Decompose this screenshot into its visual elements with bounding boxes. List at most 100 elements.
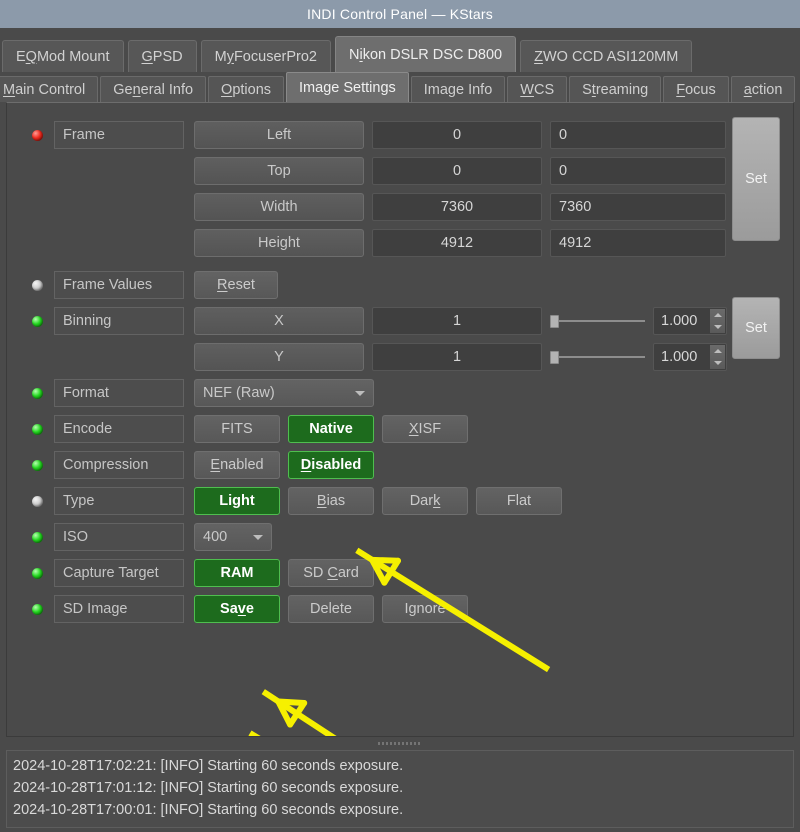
window-titlebar: INDI Control Panel — KStars bbox=[0, 0, 800, 28]
property-row-binning: Binning X 1 1.000 Set bbox=[7, 297, 793, 359]
binning-x-name[interactable]: X bbox=[194, 307, 364, 335]
sd-image-option-save[interactable]: Save bbox=[194, 595, 280, 623]
property-row-format: Format NEF (Raw) bbox=[7, 375, 793, 411]
binning-y-value: 1 bbox=[372, 343, 542, 371]
property-row-iso: ISO 400 bbox=[7, 519, 793, 555]
device-tab-label: ZWO CCD ASI120MM bbox=[534, 48, 679, 65]
property-row-frame-values: Frame Values Reset bbox=[7, 267, 793, 303]
sd-image-option-delete[interactable]: Delete bbox=[288, 595, 374, 623]
binning-status-led bbox=[32, 315, 43, 327]
type-option-dark[interactable]: Dark bbox=[382, 487, 468, 515]
slider-handle[interactable] bbox=[550, 350, 559, 364]
property-row-frame-width: Width 7360 7360 bbox=[7, 189, 793, 225]
compression-option-disabled[interactable]: Disabled bbox=[288, 451, 374, 479]
capture-target-option-ram[interactable]: RAM bbox=[194, 559, 280, 587]
section-tab-image-info[interactable]: Image Info bbox=[410, 76, 506, 102]
device-tab-myfocuserpro2[interactable]: MyFocuserPro2 bbox=[200, 40, 331, 72]
type-option-light[interactable]: Light bbox=[194, 487, 280, 515]
device-tab-bar: EQMod Mount GPSD MyFocuserPro2 Nikon DSLR D… bbox=[0, 28, 800, 72]
type-option-bias[interactable]: Bias bbox=[288, 487, 374, 515]
spacer-led bbox=[32, 238, 43, 249]
type-label: Type bbox=[54, 487, 184, 515]
frame-left-input[interactable]: 0 bbox=[550, 121, 726, 149]
device-tab-label: Nikon DSLR DSC D800 bbox=[348, 46, 503, 63]
binning-label: Binning bbox=[54, 307, 184, 335]
device-tab-zwo-ccd-asi120mm[interactable]: ZWO CCD ASI120MM bbox=[520, 40, 693, 72]
spacer-label bbox=[54, 229, 184, 257]
frame-width-value: 7360 bbox=[372, 193, 542, 221]
slider-handle[interactable] bbox=[550, 314, 559, 328]
spacer-label bbox=[54, 157, 184, 185]
binning-x-value: 1 bbox=[372, 307, 542, 335]
frame-height-name[interactable]: Height bbox=[194, 229, 364, 257]
property-row-binning-y: Y 1 1.000 bbox=[7, 339, 793, 375]
section-tab-streaming[interactable]: Streaming bbox=[569, 76, 662, 102]
section-tab-main-control[interactable]: Main Control bbox=[0, 76, 99, 102]
frame-left-name[interactable]: Left bbox=[194, 121, 364, 149]
frame-values-label: Frame Values bbox=[54, 271, 184, 299]
binning-x-spin-value: 1.000 bbox=[661, 313, 698, 329]
device-tab-gpsd[interactable]: GPSD bbox=[127, 40, 197, 72]
frame-left-value: 0 bbox=[372, 121, 542, 149]
frame-width-input[interactable]: 7360 bbox=[550, 193, 726, 221]
device-tab-eqmod-mount[interactable]: EQMod Mount bbox=[2, 40, 124, 72]
type-option-flat[interactable]: Flat bbox=[476, 487, 562, 515]
format-selected-value: NEF (Raw) bbox=[203, 385, 275, 401]
section-tab-label: Image Settings bbox=[299, 79, 396, 96]
log-output[interactable]: 2024-10-28T17:02:21: [INFO] Starting 60 … bbox=[6, 750, 794, 828]
reset-label: Reset bbox=[217, 277, 255, 293]
indi-control-panel-window: EQMod Mount GPSD MyFocuserPro2 Nikon DSLR D… bbox=[0, 28, 800, 832]
frame-height-input[interactable]: 4912 bbox=[550, 229, 726, 257]
compression-status-led bbox=[32, 459, 43, 471]
section-tab-options[interactable]: Options bbox=[208, 76, 285, 102]
section-tab-label: WCS bbox=[520, 81, 555, 98]
encode-option-native[interactable]: Native bbox=[288, 415, 374, 443]
frame-width-name[interactable]: Width bbox=[194, 193, 364, 221]
section-tab-image-settings[interactable]: Image Settings bbox=[286, 72, 409, 102]
compression-option-enabled[interactable]: Enabled bbox=[194, 451, 280, 479]
section-tab-label: Focus bbox=[676, 81, 716, 98]
section-tab-focus[interactable]: Focus bbox=[663, 76, 729, 102]
section-tab-action[interactable]: action bbox=[730, 76, 796, 102]
frame-top-value: 0 bbox=[372, 157, 542, 185]
spacer-led bbox=[32, 202, 43, 213]
spacer-led bbox=[32, 352, 43, 363]
capture-target-option-sd-card[interactable]: SD Card bbox=[288, 559, 374, 587]
format-combobox[interactable]: NEF (Raw) bbox=[194, 379, 374, 407]
property-row-capture-target: Capture Target RAM SD Card bbox=[7, 555, 793, 591]
spinner-arrows[interactable] bbox=[710, 309, 725, 333]
iso-selected-value: 400 bbox=[203, 529, 228, 545]
compression-label: Compression bbox=[54, 451, 184, 479]
frame-values-reset-button[interactable]: Reset bbox=[194, 271, 278, 299]
format-status-led bbox=[32, 387, 43, 399]
binning-x-slider[interactable] bbox=[550, 307, 645, 335]
panel-splitter[interactable] bbox=[6, 739, 794, 748]
slider-track bbox=[559, 356, 645, 358]
log-line: 2024-10-28T17:02:21: [INFO] Starting 60 … bbox=[13, 758, 404, 774]
binning-x-spinbox[interactable]: 1.000 bbox=[653, 307, 727, 335]
iso-combobox[interactable]: 400 bbox=[194, 523, 272, 551]
spacer-label bbox=[54, 343, 184, 371]
annotation-arrow-2 bbox=[261, 689, 337, 736]
binning-set-button[interactable]: Set bbox=[732, 297, 780, 359]
frame-label: Frame bbox=[54, 121, 184, 149]
property-row-frame-height: Height 4912 4912 bbox=[7, 225, 793, 261]
property-row-frame-top: Top 0 0 bbox=[7, 153, 793, 189]
sd-image-status-led bbox=[32, 603, 43, 615]
log-line: 2024-10-28T17:01:12: [INFO] Starting 60 … bbox=[13, 780, 404, 796]
frame-set-button[interactable]: Set bbox=[732, 117, 780, 241]
section-tab-general-info[interactable]: General Info bbox=[100, 76, 207, 102]
spacer-led bbox=[32, 166, 43, 177]
binning-y-spinbox[interactable]: 1.000 bbox=[653, 343, 727, 371]
device-tab-nikon-dslr-dsc-d800[interactable]: Nikon DSLR DSC D800 bbox=[334, 36, 517, 72]
sd-image-option-ignore[interactable]: Ignore bbox=[382, 595, 468, 623]
section-tab-wcs[interactable]: WCS bbox=[507, 76, 568, 102]
encode-option-fits[interactable]: FITS bbox=[194, 415, 280, 443]
splitter-grip[interactable] bbox=[378, 742, 422, 745]
spinner-arrows[interactable] bbox=[710, 345, 725, 369]
binning-y-name[interactable]: Y bbox=[194, 343, 364, 371]
encode-option-xisf[interactable]: XISF bbox=[382, 415, 468, 443]
frame-top-input[interactable]: 0 bbox=[550, 157, 726, 185]
frame-top-name[interactable]: Top bbox=[194, 157, 364, 185]
binning-y-slider[interactable] bbox=[550, 343, 645, 371]
